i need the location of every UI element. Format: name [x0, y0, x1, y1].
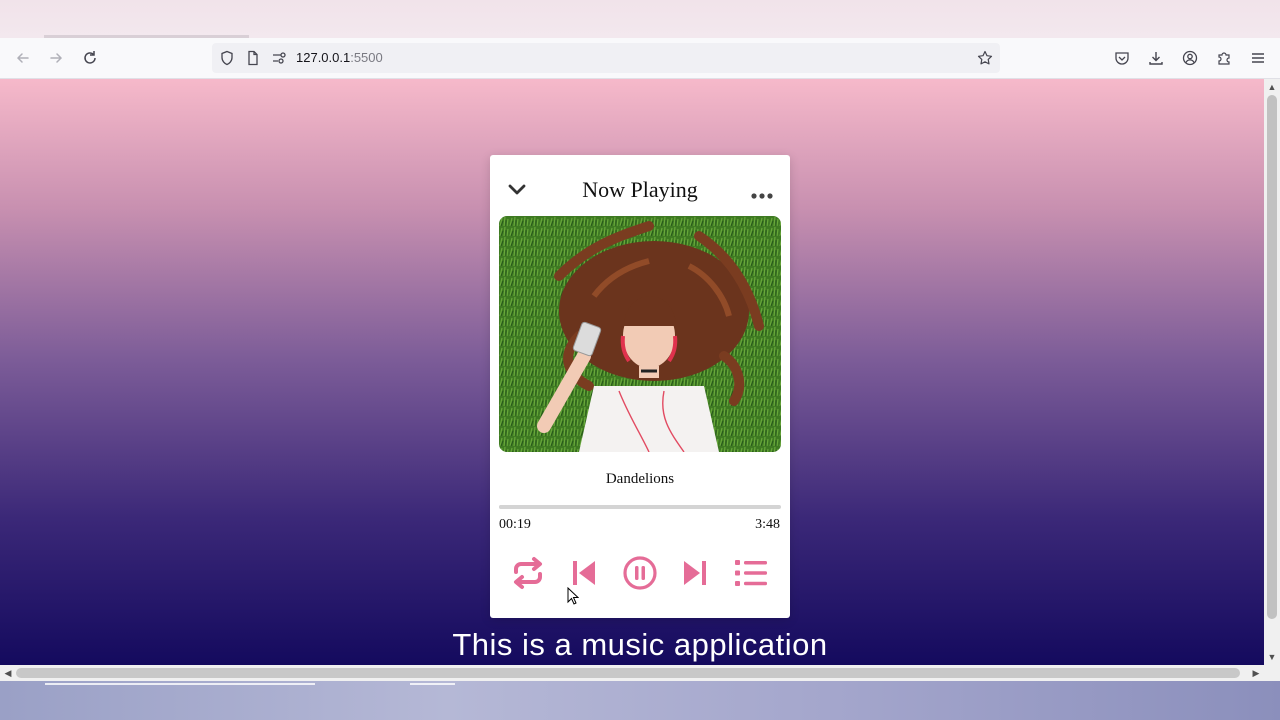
- url-port: :5500: [350, 50, 383, 65]
- account-icon[interactable]: [1178, 46, 1202, 70]
- next-button[interactable]: [675, 553, 715, 593]
- song-name: Dandelions: [605, 471, 675, 487]
- scroll-up-icon[interactable]: ▲: [1264, 79, 1280, 95]
- url-host: 127.0.0.1: [296, 50, 351, 65]
- band-highlight: [45, 683, 315, 685]
- horizontal-scrollbar[interactable]: ◀ ▶: [0, 665, 1264, 681]
- page-viewport: Now Playing Dandelions 00:19 3:48: [0, 79, 1264, 665]
- skip-previous-icon: [573, 561, 595, 585]
- scroll-right-icon[interactable]: ▶: [1248, 665, 1264, 681]
- pause-circle-icon: [623, 556, 657, 590]
- player-title: Now Playing: [582, 177, 698, 202]
- music-player-card: Now Playing Dandelions 00:19 3:48: [490, 155, 790, 618]
- shield-icon[interactable]: [215, 46, 239, 70]
- playlist-icon: [735, 560, 767, 586]
- url-text: 127.0.0.1:5500: [296, 50, 383, 65]
- vertical-scroll-thumb[interactable]: [1267, 95, 1277, 619]
- playlist-button[interactable]: [731, 553, 771, 593]
- repeat-icon: [514, 557, 542, 589]
- tab-strip: [0, 0, 1280, 38]
- video-caption: This is a music application: [452, 627, 828, 662]
- vertical-scrollbar[interactable]: ▲ ▼: [1264, 79, 1280, 665]
- mouse-cursor-icon: [567, 587, 579, 605]
- scroll-left-icon[interactable]: ◀: [0, 665, 16, 681]
- progress-bar[interactable]: [499, 505, 781, 509]
- address-bar[interactable]: 127.0.0.1:5500: [212, 43, 1000, 73]
- more-dots-icon[interactable]: [751, 187, 773, 199]
- hamburger-menu-icon[interactable]: [1246, 46, 1270, 70]
- page-icon[interactable]: [241, 46, 265, 70]
- album-cover-image: [499, 216, 781, 452]
- band-highlight: [410, 683, 455, 685]
- pause-button[interactable]: [620, 553, 660, 593]
- arrow-right-icon[interactable]: [44, 46, 68, 70]
- pocket-icon[interactable]: [1110, 46, 1134, 70]
- current-time: 00:19: [499, 517, 531, 532]
- scrollbar-corner: [1264, 665, 1280, 681]
- video-bottom-band: [0, 681, 1280, 720]
- permissions-icon[interactable]: [267, 46, 291, 70]
- scroll-down-icon[interactable]: ▼: [1264, 649, 1280, 665]
- horizontal-scroll-thumb[interactable]: [16, 668, 1240, 678]
- duration-time: 3:48: [755, 517, 780, 532]
- arrow-left-icon[interactable]: [11, 46, 35, 70]
- progress-fill: [499, 505, 523, 509]
- skip-next-icon: [684, 561, 706, 585]
- repeat-button[interactable]: [508, 553, 548, 593]
- star-icon[interactable]: [973, 46, 997, 70]
- browser-toolbar: 127.0.0.1:5500: [0, 38, 1280, 79]
- puzzle-icon[interactable]: [1212, 46, 1236, 70]
- reload-icon[interactable]: [78, 46, 102, 70]
- download-icon[interactable]: [1144, 46, 1168, 70]
